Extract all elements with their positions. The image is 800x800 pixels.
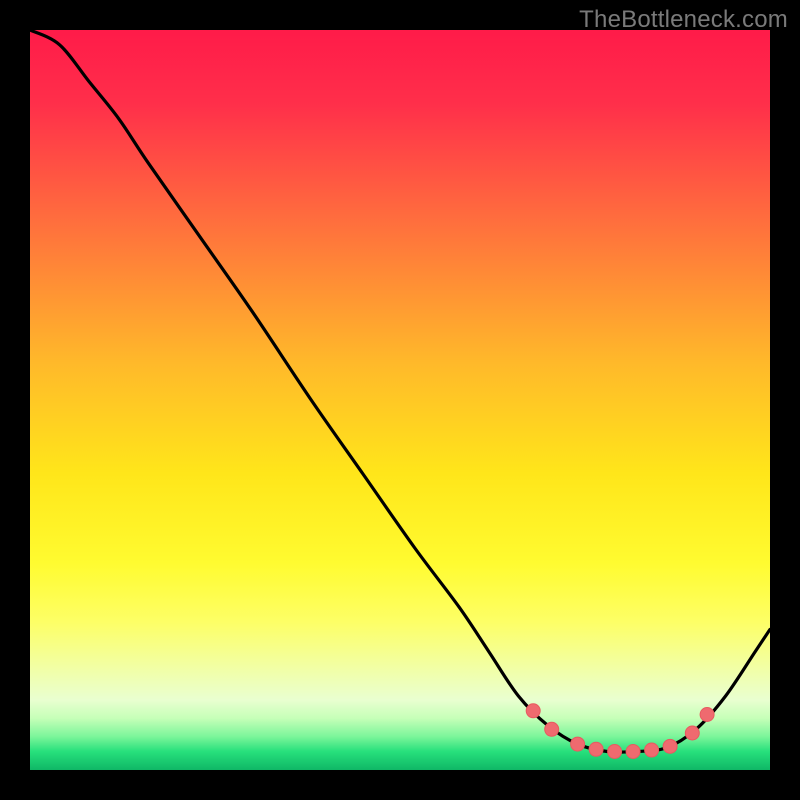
plot-svg: [30, 30, 770, 770]
curve-marker: [645, 743, 659, 757]
curve-marker: [700, 708, 714, 722]
plot-background: [30, 30, 770, 770]
curve-marker: [626, 745, 640, 759]
curve-marker: [608, 745, 622, 759]
curve-marker: [663, 739, 677, 753]
chart-container: TheBottleneck.com: [0, 0, 800, 800]
watermark-label: TheBottleneck.com: [579, 6, 788, 34]
plot-area: [30, 30, 770, 770]
curve-marker: [545, 722, 559, 736]
curve-marker: [571, 737, 585, 751]
curve-marker: [526, 704, 540, 718]
curve-marker: [589, 742, 603, 756]
curve-marker: [685, 726, 699, 740]
